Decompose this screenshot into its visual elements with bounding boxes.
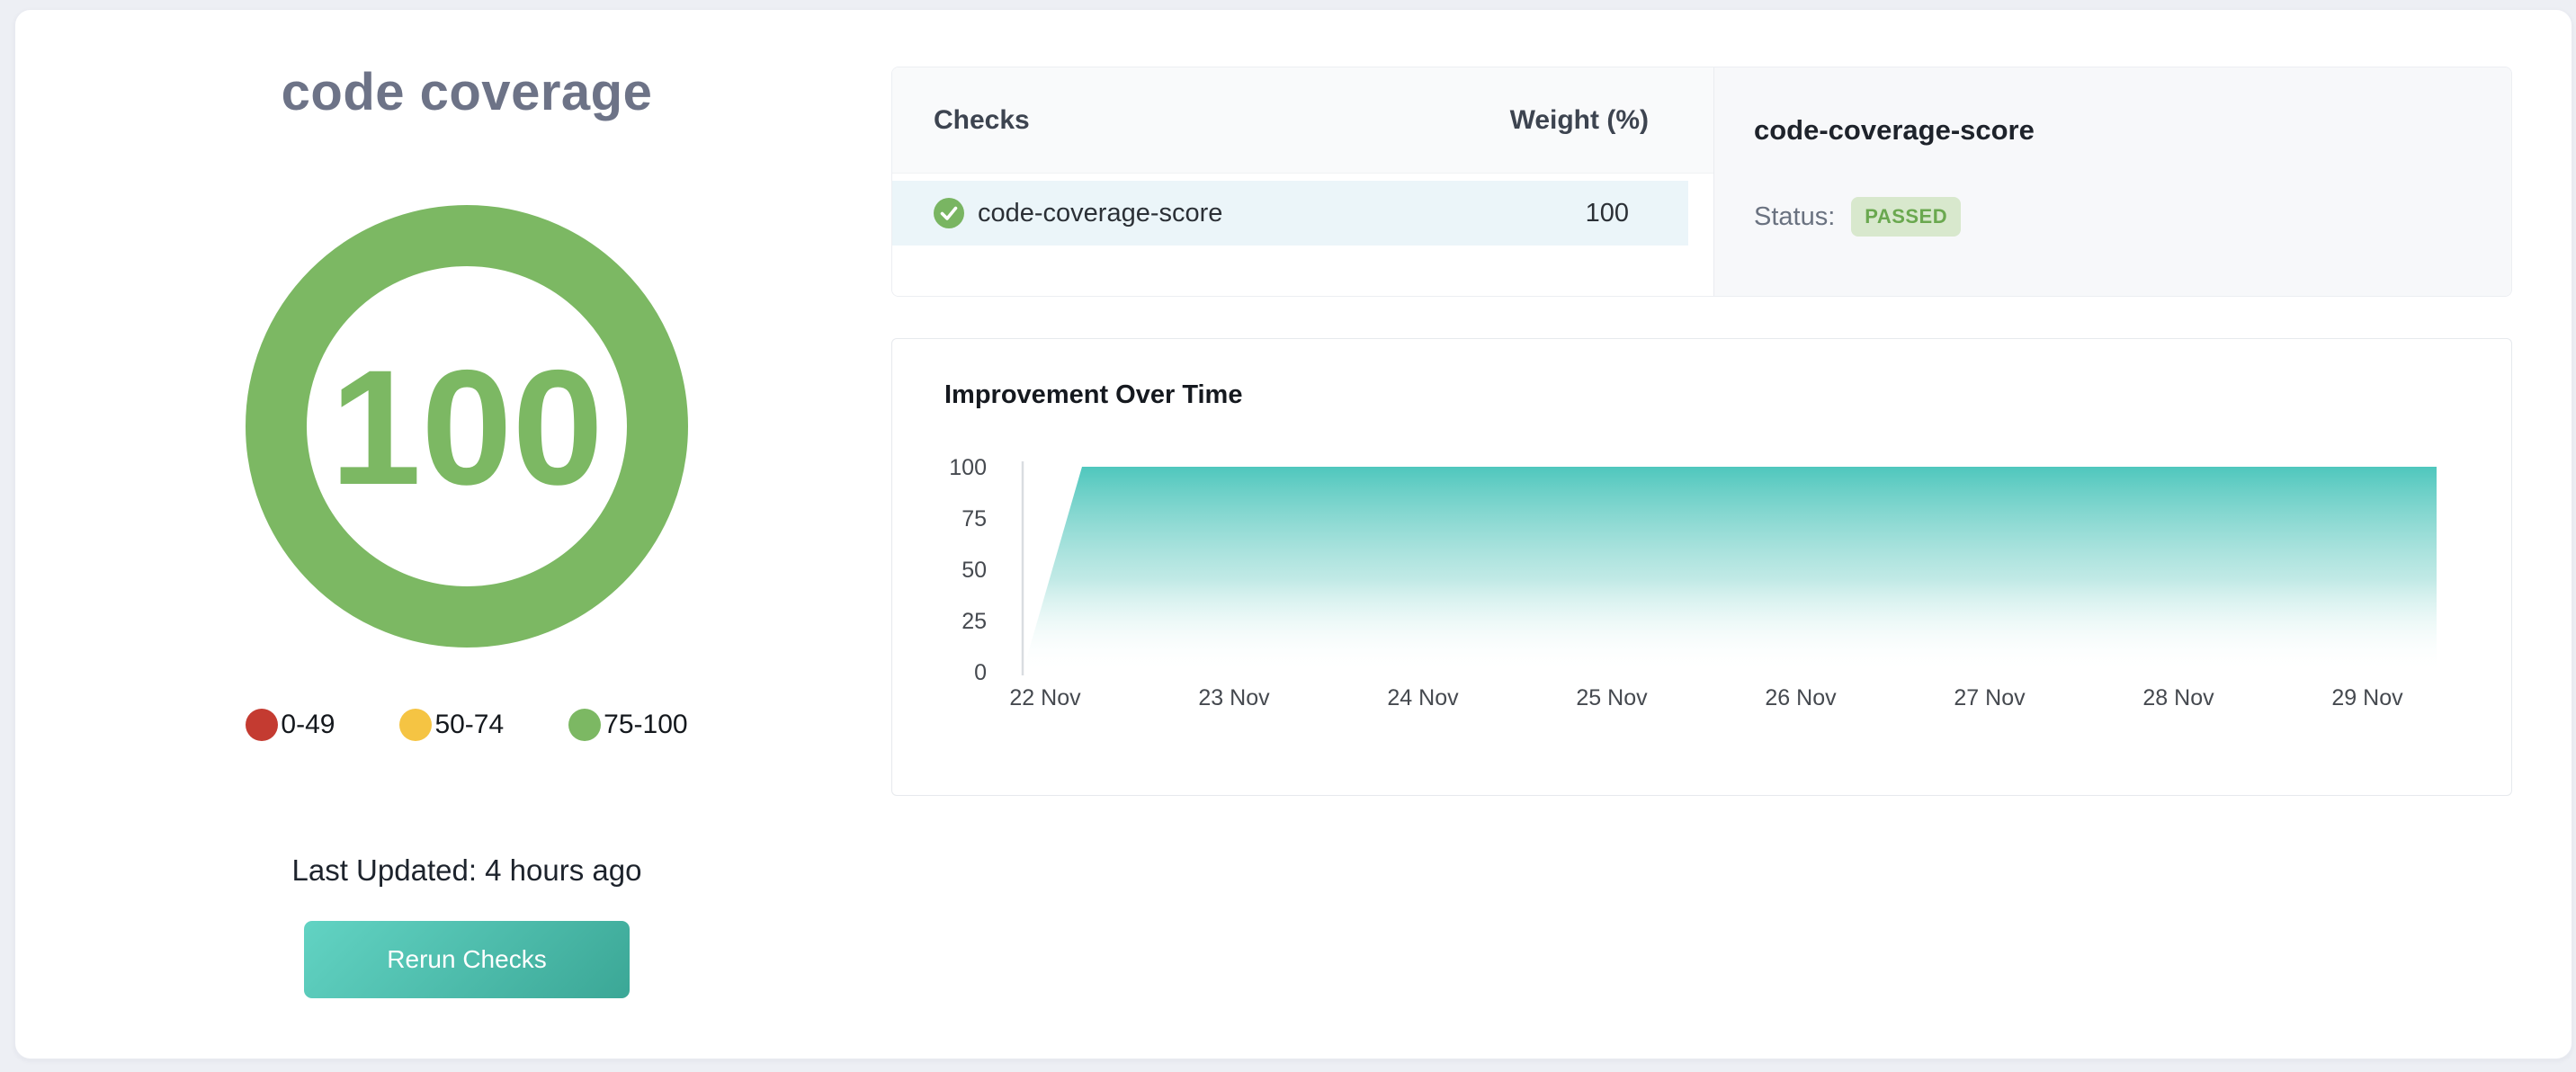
check-circle-icon <box>934 198 964 228</box>
legend-item-mid: 50-74 <box>399 709 504 741</box>
x-tick-label: 22 Nov <box>1009 685 1081 710</box>
score-panel: code coverage 100 0-49 50-74 75-100 Last… <box>15 10 918 1059</box>
y-tick-label: 0 <box>974 660 987 685</box>
legend-label-low: 0-49 <box>281 710 335 740</box>
check-weight: 100 <box>1586 199 1629 228</box>
legend-item-low: 0-49 <box>246 709 335 741</box>
x-tick-label: 26 Nov <box>1765 685 1837 710</box>
yellow-dot-icon <box>399 709 432 741</box>
y-tick-label: 50 <box>962 558 987 583</box>
x-tick-label: 29 Nov <box>2331 685 2403 710</box>
coverage-area <box>1023 467 2437 672</box>
y-tick-label: 100 <box>949 455 987 480</box>
x-tick-label: 27 Nov <box>1954 685 2026 710</box>
x-tick-label: 23 Nov <box>1198 685 1270 710</box>
check-name: code-coverage-score <box>978 199 1222 228</box>
red-dot-icon <box>246 709 278 741</box>
right-column: Checks Weight (%) code-coverage-score 10… <box>891 67 2512 796</box>
x-tick-label: 25 Nov <box>1576 685 1648 710</box>
rerun-checks-button[interactable]: Rerun Checks <box>304 921 630 998</box>
status-label: Status: <box>1754 202 1835 232</box>
page-title: code coverage <box>15 62 918 122</box>
score-legend: 0-49 50-74 75-100 <box>15 709 918 741</box>
column-header-weight: Weight (%) <box>1510 105 1649 136</box>
checks-table-header: Checks Weight (%) <box>892 67 1713 174</box>
dashboard-card: code coverage 100 0-49 50-74 75-100 Last… <box>14 9 2572 1059</box>
legend-label-high: 75-100 <box>604 710 687 740</box>
x-tick-label: 28 Nov <box>2142 685 2214 710</box>
status-badge: PASSED <box>1851 197 1961 237</box>
checks-card: Checks Weight (%) code-coverage-score 10… <box>892 67 1713 296</box>
y-tick-label: 75 <box>962 506 987 532</box>
score-gauge-value: 100 <box>330 335 604 519</box>
status-row: Status: PASSED <box>1754 197 2475 237</box>
legend-label-mid: 50-74 <box>434 710 504 740</box>
green-dot-icon <box>568 709 601 741</box>
x-tick-label: 24 Nov <box>1387 685 1459 710</box>
column-header-checks: Checks <box>934 105 1030 136</box>
improvement-chart: 100 75 50 25 0 22 Nov 23 Nov 24 Nov 25 Nov 26 Nov… <box>892 339 2513 797</box>
check-detail-panel: code-coverage-score Status: PASSED <box>1713 67 2511 296</box>
check-row[interactable]: code-coverage-score 100 <box>892 181 1688 246</box>
detail-title: code-coverage-score <box>1754 114 2475 147</box>
score-gauge: 100 <box>246 205 688 648</box>
improvement-chart-card: Improvement Over Time 100755025022 Nov23… <box>891 338 2512 796</box>
checks-summary-cards: Checks Weight (%) code-coverage-score 10… <box>891 67 2512 297</box>
last-updated-text: Last Updated: 4 hours ago <box>15 853 918 888</box>
y-tick-label: 25 <box>962 609 987 634</box>
legend-item-high: 75-100 <box>568 709 687 741</box>
